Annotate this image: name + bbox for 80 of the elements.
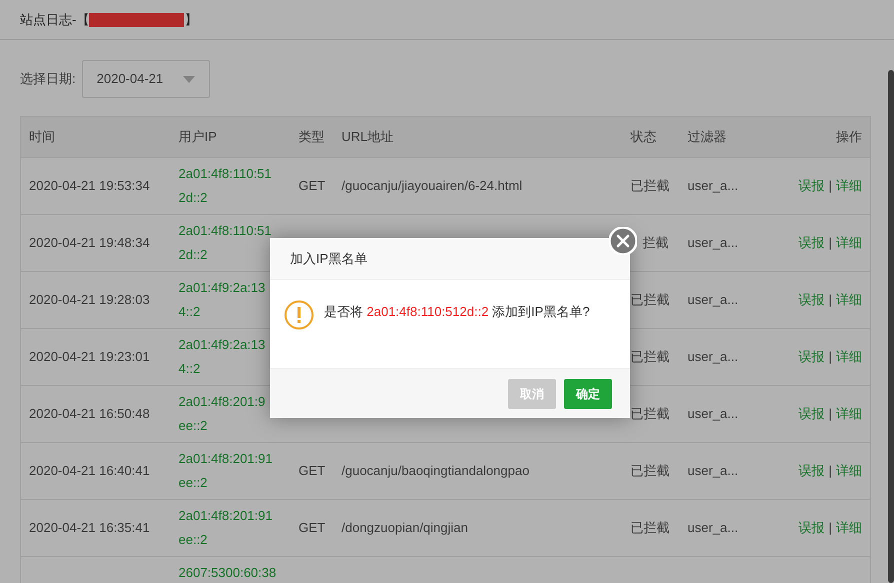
ip-text: 2a01:4f8:201:91 — [178, 507, 274, 525]
close-icon[interactable] — [609, 227, 637, 255]
column-header: 时间 — [20, 116, 170, 158]
column-header: 过滤器 — [680, 116, 760, 158]
date-label: 选择日期: — [20, 70, 76, 88]
detail-link[interactable]: 详细 — [836, 235, 862, 250]
ip-text: 2a01:4f8:201:9 — [178, 393, 266, 411]
ip-text: ee::2 — [178, 474, 208, 492]
ip-text: 2d::2 — [178, 189, 208, 207]
url-cell: /guocanju/baoqingtiandalongpao — [342, 463, 530, 478]
separator: | — [828, 406, 832, 421]
detail-link[interactable]: 详细 — [836, 463, 862, 478]
separator: | — [828, 520, 832, 535]
ip-text: 2a01:4f8:201:91 — [178, 450, 274, 468]
separator: | — [828, 292, 832, 307]
caret-icon — [182, 76, 195, 82]
report-link[interactable]: 误报 — [798, 520, 825, 535]
date-select[interactable]: 2020-04-21 — [82, 60, 210, 98]
detail-link[interactable]: 详细 — [836, 406, 862, 421]
ip-text: 2607:5300:60:38 — [178, 564, 278, 582]
status-cell: 拦截 — [642, 235, 668, 250]
time-cell: 2020-04-21 19:53:34 — [29, 178, 150, 193]
column-header: 类型 — [290, 116, 334, 158]
filter-cell: user_a... — [688, 406, 738, 421]
status-cell: 已拦截 — [630, 406, 670, 421]
report-link[interactable]: 误报 — [798, 463, 825, 478]
filter-cell: user_a... — [688, 463, 738, 478]
time-cell: 2020-04-21 16:35:41 — [29, 520, 150, 535]
dialog-message: 是否将 2a01:4f8:110:512d::2 添加到IP黑名单? — [324, 303, 590, 321]
separator: | — [828, 463, 832, 478]
ip-text: 4::2 — [178, 360, 202, 378]
detail-link[interactable]: 详细 — [836, 292, 862, 307]
time-cell: 2020-04-21 19:23:01 — [29, 349, 150, 364]
detail-link[interactable]: 详细 — [836, 178, 862, 193]
report-link[interactable]: 误报 — [798, 292, 825, 307]
ip-text: 2a01:4f8:110:51 — [178, 165, 273, 183]
ip-text: ee::2 — [178, 417, 208, 435]
separator: | — [828, 235, 832, 250]
column-header: URL地址 — [334, 116, 622, 158]
filter-cell: user_a... — [688, 349, 738, 364]
detail-link[interactable]: 详细 — [836, 520, 862, 535]
report-link[interactable]: 误报 — [798, 235, 825, 250]
filter-cell: user_a... — [688, 292, 738, 307]
method-cell: GET — [298, 178, 326, 193]
column-header: 状态 — [622, 116, 680, 158]
dialog-title: 加入IP黑名单 — [270, 238, 630, 280]
url-cell: /dongzuopian/qingjian — [342, 520, 468, 535]
filter-cell: user_a... — [688, 520, 738, 535]
status-cell: 已拦截 — [630, 463, 670, 478]
ip-text: 2a01:4f9:2a:13 — [178, 336, 266, 354]
filter-cell: user_a... — [688, 178, 738, 193]
confirm-button[interactable]: 确定 — [564, 378, 612, 408]
separator: | — [828, 178, 832, 193]
page-title-bracket: 】 — [184, 10, 198, 29]
detail-link[interactable]: 详细 — [836, 349, 862, 364]
separator: | — [828, 349, 832, 364]
status-cell: 已拦截 — [630, 292, 670, 307]
time-cell: 2020-04-21 16:40:41 — [29, 463, 150, 478]
report-link[interactable]: 误报 — [798, 349, 825, 364]
ip-text: 2a01:4f8:110:51 — [178, 222, 273, 240]
ip-text: 2d::2 — [178, 246, 208, 264]
time-cell: 2020-04-21 19:48:34 — [29, 235, 150, 250]
url-cell: /guocanju/jiayouairen/6-24.html — [342, 178, 522, 193]
report-link[interactable]: 误报 — [798, 406, 825, 421]
filter-cell: user_a... — [688, 235, 738, 250]
time-cell: 2020-04-21 19:28:03 — [29, 292, 150, 307]
warning-icon — [284, 300, 314, 330]
status-cell: 已拦截 — [630, 349, 670, 364]
column-header: 用户IP — [170, 116, 290, 158]
time-cell: 2020-04-21 16:50:48 — [29, 406, 150, 421]
ip-text: 4::2 — [178, 303, 202, 321]
status-cell: 已拦截 — [630, 520, 670, 535]
report-link[interactable]: 误报 — [798, 178, 825, 193]
method-cell: GET — [298, 520, 326, 535]
page-title: 站点日志-【 — [20, 10, 90, 29]
status-cell: 已拦截 — [630, 178, 670, 193]
method-cell: GET — [298, 463, 326, 478]
ip-text: 2a01:4f9:2a:13 — [178, 279, 266, 297]
ip-text: ee::2 — [178, 531, 208, 549]
column-header: 操作 — [760, 116, 870, 158]
